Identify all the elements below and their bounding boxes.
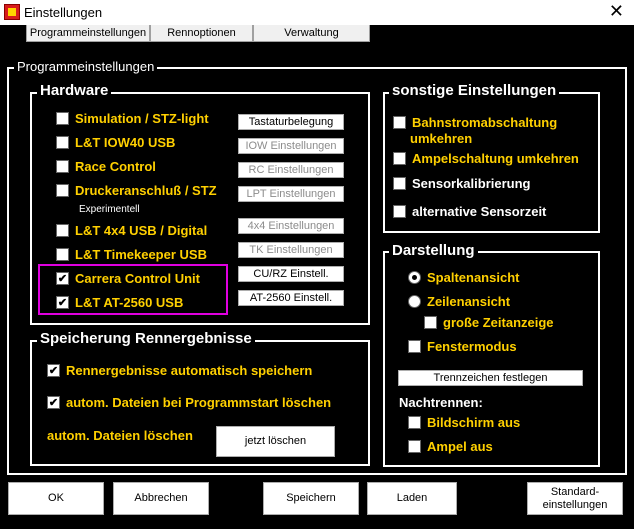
checkbox-box[interactable] [56, 136, 69, 149]
close-icon[interactable]: ✕ [609, 1, 624, 22]
sonstige-legend: sonstige Einstellungen [389, 83, 560, 99]
checkbox-iow40[interactable]: L&T IOW40 USB [56, 135, 175, 150]
checkbox-label: L&T Timekeeper USB [75, 247, 207, 262]
checkbox-label: L&T IOW40 USB [75, 135, 176, 150]
iow-einstellungen-button[interactable]: IOW Einstellungen [238, 138, 344, 154]
title-bar: Einstellungen ✕ [0, 0, 634, 25]
checkbox-box-checked[interactable]: ✔ [47, 364, 60, 377]
checkbox-box[interactable] [408, 440, 421, 453]
checkbox-alternative-sensorzeit[interactable]: alternative Sensorzeit [393, 204, 546, 219]
programmeinstellungen-legend: Programmeinstellungen [14, 59, 158, 75]
radio-spaltenansicht[interactable]: Spaltenansicht [408, 270, 519, 285]
app-logo-icon [4, 4, 20, 20]
rc-einstellungen-button[interactable]: RC Einstellungen [238, 162, 344, 178]
checkbox-box[interactable] [408, 416, 421, 429]
bahnstromabschaltung-label-line2: umkehren [410, 131, 473, 146]
default-settings-button[interactable]: Standard- einstellungen [527, 482, 623, 515]
checkbox-label: autom. Dateien bei Programmstart löschen [66, 395, 332, 410]
checkbox-ampel-aus[interactable]: Ampel aus [408, 439, 493, 454]
checkbox-sensorkalibrierung[interactable]: Sensorkalibrierung [393, 176, 530, 191]
cancel-button[interactable]: Abbrechen [113, 482, 209, 515]
radio-button[interactable] [408, 295, 421, 308]
tk-einstellungen-button[interactable]: TK Einstellungen [238, 242, 344, 258]
lpt-einstellungen-button[interactable]: LPT Einstellungen [238, 186, 344, 202]
tab-rennoptionen[interactable]: Rennoptionen [150, 25, 253, 42]
checkbox-druckeranschluss[interactable]: Druckeranschluß / STZ [56, 183, 217, 198]
checkbox-label: Simulation / STZ-light [75, 111, 209, 126]
cu-rz-einstellungen-button[interactable]: CU/RZ Einstell. [238, 266, 344, 282]
radio-button-selected[interactable] [408, 271, 421, 284]
checkbox-auto-save[interactable]: ✔ Rennergebnisse automatisch speichern [47, 363, 312, 378]
checkbox-label: Sensorkalibrierung [412, 176, 531, 191]
selection-highlight [38, 264, 228, 315]
checkbox-grosse-zeitanzeige[interactable]: große Zeitanzeige [424, 315, 554, 330]
checkbox-fenstermodus[interactable]: Fenstermodus [408, 339, 517, 354]
experimental-note: Experimentell [79, 204, 140, 215]
at2560-einstellungen-button[interactable]: AT-2560 Einstell. [238, 290, 344, 306]
trennzeichen-festlegen-button[interactable]: Trennzeichen festlegen [398, 370, 583, 386]
checkbox-box[interactable] [408, 340, 421, 353]
checkbox-bahnstromabschaltung[interactable]: Bahnstromabschaltung [393, 115, 557, 130]
tab-bar: Programmeinstellungen Rennoptionen Verwa… [26, 25, 370, 42]
checkbox-box[interactable] [56, 248, 69, 261]
checkbox-box[interactable] [393, 116, 406, 129]
radio-label: Spaltenansicht [427, 270, 520, 285]
checkbox-box-checked[interactable]: ✔ [47, 396, 60, 409]
checkbox-label: Druckeranschluß / STZ [75, 183, 217, 198]
checkbox-box[interactable] [56, 224, 69, 237]
checkbox-box[interactable] [56, 184, 69, 197]
checkbox-box[interactable] [393, 205, 406, 218]
tab-programmeinstellungen[interactable]: Programmeinstellungen [26, 25, 150, 42]
checkbox-box[interactable] [56, 112, 69, 125]
checkbox-label: Bahnstromabschaltung [412, 115, 558, 130]
checkbox-label: große Zeitanzeige [443, 315, 554, 330]
checkbox-race-control[interactable]: Race Control [56, 159, 156, 174]
nachtrennen-label: Nachtrennen: [399, 395, 483, 410]
save-button[interactable]: Speichern [263, 482, 359, 515]
hardware-legend: Hardware [37, 83, 112, 99]
auto-delete-label: autom. Dateien löschen [47, 428, 193, 443]
load-button[interactable]: Laden [367, 482, 457, 515]
checkbox-box[interactable] [393, 152, 406, 165]
radio-zeilenansicht[interactable]: Zeilenansicht [408, 294, 510, 309]
checkbox-box[interactable] [424, 316, 437, 329]
checkbox-auto-delete[interactable]: ✔ autom. Dateien bei Programmstart lösch… [47, 395, 331, 410]
checkbox-label: Fenstermodus [427, 339, 517, 354]
checkbox-label: Rennergebnisse automatisch speichern [66, 363, 313, 378]
4x4-einstellungen-button[interactable]: 4x4 Einstellungen [238, 218, 344, 234]
checkbox-label: alternative Sensorzeit [412, 204, 547, 219]
darstellung-legend: Darstellung [389, 243, 478, 259]
checkbox-ampelschaltung[interactable]: Ampelschaltung umkehren [393, 151, 579, 166]
checkbox-4x4-usb[interactable]: L&T 4x4 USB / Digital [56, 223, 207, 238]
checkbox-label: Ampelschaltung umkehren [412, 151, 579, 166]
checkbox-label: Race Control [75, 159, 156, 174]
checkbox-box[interactable] [393, 177, 406, 190]
window-title: Einstellungen [24, 5, 103, 20]
checkbox-box[interactable] [56, 160, 69, 173]
checkbox-label: Ampel aus [427, 439, 493, 454]
checkbox-timekeeper[interactable]: L&T Timekeeper USB [56, 247, 207, 262]
tab-verwaltung[interactable]: Verwaltung [253, 25, 370, 42]
speicherung-legend: Speicherung Rennergebnisse [37, 331, 255, 347]
jetzt-loeschen-button[interactable]: jetzt löschen [216, 426, 335, 457]
checkbox-label: Bildschirm aus [427, 415, 521, 430]
tastaturbelegung-button[interactable]: Tastaturbelegung [238, 114, 344, 130]
default-settings-line2: einstellungen [542, 498, 608, 511]
checkbox-bildschirm-aus[interactable]: Bildschirm aus [408, 415, 520, 430]
radio-label: Zeilenansicht [427, 294, 511, 309]
ok-button[interactable]: OK [8, 482, 104, 515]
checkbox-simulation[interactable]: Simulation / STZ-light [56, 111, 209, 126]
default-settings-line1: Standard- [550, 485, 600, 498]
checkbox-label: L&T 4x4 USB / Digital [75, 223, 208, 238]
